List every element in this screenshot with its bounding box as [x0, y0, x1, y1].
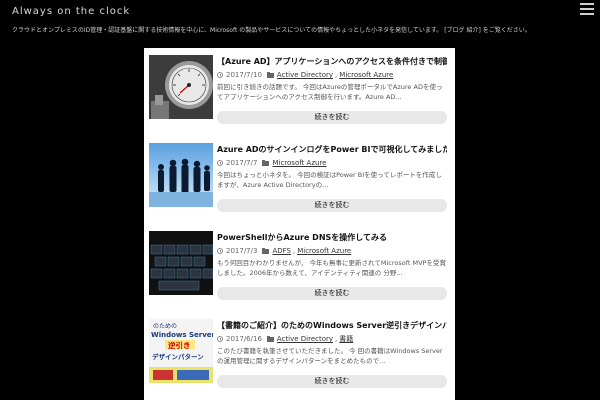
post-excerpt: もう何回目かわかりませんが、 今年も無事に更新されてMicrosoft MVPを… [217, 259, 446, 277]
read-more-button[interactable]: 続きを読む [217, 375, 447, 388]
hamburger-menu-icon[interactable] [580, 3, 594, 15]
site-title[interactable]: Always on the clock [12, 6, 130, 17]
post-title[interactable]: 【書籍のご紹介】のためのWindows Server逆引きデザインパターンを執筆… [217, 320, 447, 331]
read-more-button[interactable]: 続きを読む [217, 199, 447, 212]
post-meta: 2017/7/10 Active Directory, Microsoft Az… [217, 70, 447, 80]
book-line4: デザインパターン [152, 352, 204, 361]
post-title[interactable]: PowerShellからAzure DNSを操作してみる [217, 232, 447, 243]
category-link[interactable]: Active Directory [277, 71, 333, 79]
post-item: PowerShellからAzure DNSを操作してみる 2017/7/3 AD… [144, 224, 455, 308]
post-item: のための Windows Server 逆引き デザインパターン 【書籍のご紹介… [144, 312, 455, 396]
business-people-silhouette-image[interactable] [149, 143, 213, 207]
post-date: 2017/7/10 [226, 71, 262, 79]
folder-icon [262, 159, 270, 166]
clock-icon [217, 160, 223, 166]
book-line2: Windows Server [151, 331, 213, 339]
post-item: 【Azure AD】アプリケーションへのアクセスを条件付きで制御する 2017/… [144, 48, 455, 132]
read-more-button[interactable]: 続きを読む [217, 287, 447, 300]
post-date: 2017/7/3 [226, 247, 258, 255]
folder-icon [266, 71, 274, 78]
post-title[interactable]: Azure ADのサインインログをPower BIで可視化してみました（その１） [217, 144, 447, 155]
post-list: 【Azure AD】アプリケーションへのアクセスを条件付きで制御する 2017/… [144, 48, 455, 400]
separator: , [335, 335, 338, 343]
post-title[interactable]: 【Azure AD】アプリケーションへのアクセスを条件付きで制御する [217, 56, 447, 67]
post-date: 2017/6/16 [226, 335, 262, 343]
separator: , [292, 247, 296, 255]
post-meta: 2017/6/16 Active Directory, 書籍 [217, 334, 447, 344]
category-link[interactable]: Active Directory [277, 335, 333, 343]
book-line3: 逆引き [168, 340, 191, 350]
category-link[interactable]: Microsoft Azure [272, 159, 326, 167]
post-excerpt: 今回はちょっと小ネタを。 今回の検証はPower BIを使ってレポートを作成しま… [217, 171, 442, 189]
read-more-button[interactable]: 続きを読む [217, 111, 447, 124]
post-date: 2017/7/7 [226, 159, 258, 167]
pressure-gauge-image[interactable] [149, 55, 213, 119]
category-link[interactable]: 書籍 [339, 334, 353, 344]
book-cover-image[interactable]: のための Windows Server 逆引き デザインパターン [149, 319, 213, 383]
site-description: クラウドとオンプレミスのID管理・認証基盤に関する技術情報を中心に、Micros… [12, 27, 531, 34]
post-meta: 2017/7/3 ADFS, Microsoft Azure [217, 246, 447, 256]
clock-icon [217, 336, 223, 342]
post-excerpt: 前回に引き続きの話題です。 今回はAzureの管理ポータルでAzure ADを使… [217, 83, 443, 101]
folder-icon [266, 335, 274, 342]
category-link[interactable]: ADFS [272, 247, 291, 255]
clock-icon [217, 248, 223, 254]
category-link[interactable]: Microsoft Azure [339, 71, 393, 79]
post-item: Azure ADのサインインログをPower BIで可視化してみました（その１）… [144, 136, 455, 220]
folder-icon [262, 247, 270, 254]
clock-icon [217, 72, 223, 78]
book-line1: のための [153, 323, 177, 330]
keyboard-image[interactable] [149, 231, 213, 295]
separator: , [335, 71, 338, 79]
post-meta: 2017/7/7 Microsoft Azure [217, 158, 447, 168]
category-link[interactable]: Microsoft Azure [297, 247, 351, 255]
post-excerpt: このたび書籍を執筆させていただきました。 今 回の書籍はWindows Serv… [217, 347, 443, 365]
